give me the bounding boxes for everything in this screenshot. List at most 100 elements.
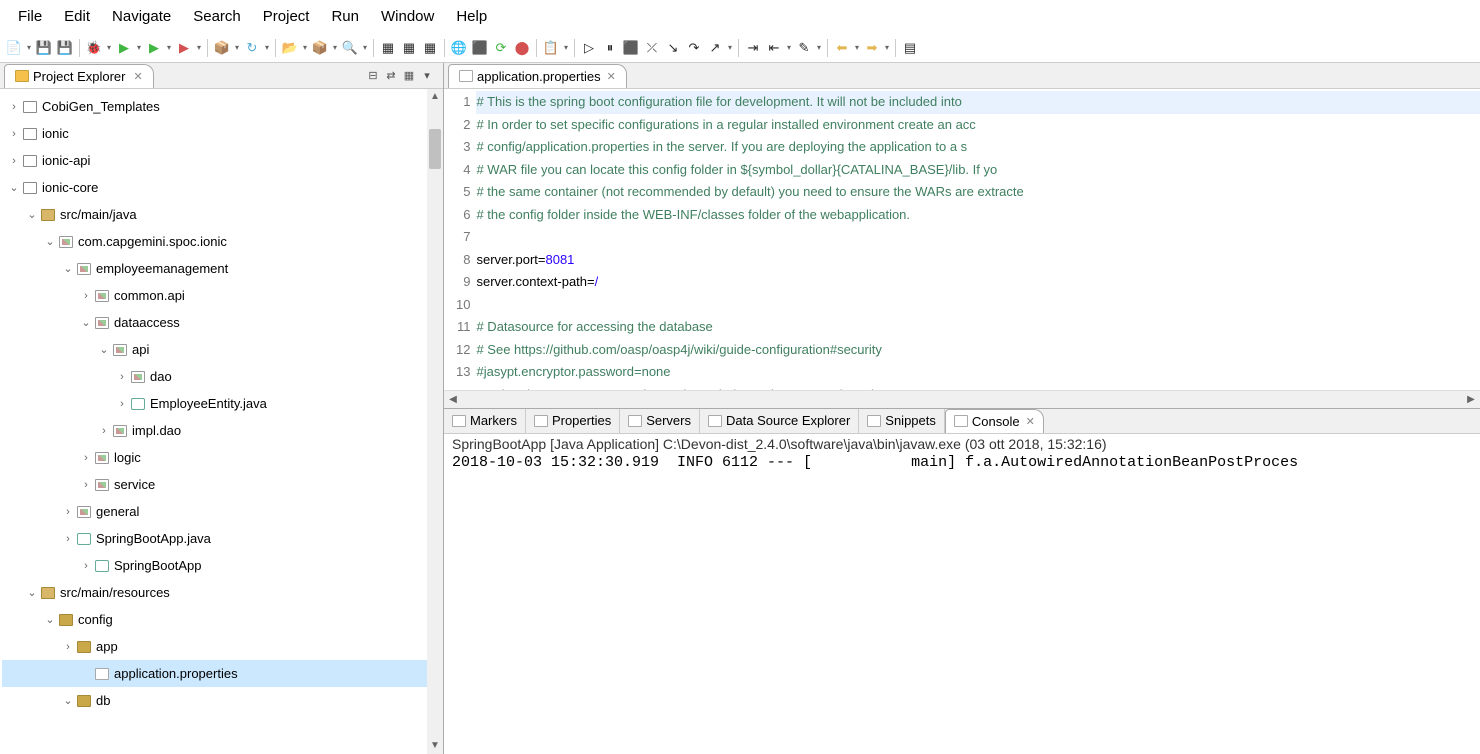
scroll-right-icon[interactable]: ▶ <box>1462 391 1480 409</box>
menu-search[interactable]: Search <box>183 4 251 29</box>
expand-arrow-icon[interactable]: › <box>114 398 130 410</box>
tree-item[interactable]: ›service <box>2 471 443 498</box>
new-server-icon[interactable]: 📦 <box>213 39 231 57</box>
tree-item[interactable]: ›EmployeeEntity.java <box>2 390 443 417</box>
search-icon[interactable]: 🔍 <box>341 39 359 57</box>
expand-arrow-icon[interactable]: ⌄ <box>78 316 94 329</box>
back-icon[interactable]: ⬅ <box>833 39 851 57</box>
tab-data-source-explorer[interactable]: Data Source Explorer <box>700 409 859 433</box>
close-icon[interactable]: ✕ <box>607 70 616 83</box>
tree-item[interactable]: ›SpringBootApp <box>2 552 443 579</box>
menu-project[interactable]: Project <box>253 4 320 29</box>
tree-item[interactable]: ›ionic-api <box>2 147 443 174</box>
expand-arrow-icon[interactable]: › <box>78 290 94 302</box>
relaunch-icon[interactable]: ⟳ <box>492 39 510 57</box>
last-edit-icon[interactable]: ✎ <box>795 39 813 57</box>
toggle-breadcrumb-icon[interactable]: ▦ <box>379 39 397 57</box>
menu-file[interactable]: File <box>8 4 52 29</box>
refresh-icon[interactable]: ↻ <box>243 39 261 57</box>
run-icon[interactable]: ▶ <box>115 39 133 57</box>
menu-run[interactable]: Run <box>321 4 369 29</box>
tab-console[interactable]: Console✕ <box>945 409 1044 433</box>
close-icon[interactable]: ✕ <box>133 70 142 83</box>
focus-icon[interactable]: ▦ <box>401 68 417 84</box>
expand-arrow-icon[interactable]: ⌄ <box>42 613 58 626</box>
step-over-icon[interactable]: ↷ <box>685 39 703 57</box>
tree-item[interactable]: ›general <box>2 498 443 525</box>
expand-arrow-icon[interactable]: ⌄ <box>96 343 112 356</box>
expand-arrow-icon[interactable]: › <box>6 155 22 167</box>
debug-icon[interactable]: 🐞 <box>85 39 103 57</box>
stop-server-icon[interactable]: ⬛ <box>471 39 489 57</box>
toggle-mark-icon[interactable]: ▦ <box>400 39 418 57</box>
stop-icon[interactable]: ⬤ <box>513 39 531 57</box>
link-editor-icon[interactable]: ⇄ <box>383 68 399 84</box>
save-all-icon[interactable]: 💾 <box>56 39 74 57</box>
tree-item[interactable]: ⌄employeemanagement <box>2 255 443 282</box>
tree-item[interactable]: ⌄src/main/resources <box>2 579 443 606</box>
next-annotation-icon[interactable]: ⇥ <box>744 39 762 57</box>
expand-arrow-icon[interactable]: › <box>78 560 94 572</box>
editor-hscroll[interactable]: ◀ ▶ <box>444 390 1480 408</box>
project-explorer-tab[interactable]: Project Explorer ✕ <box>4 64 154 88</box>
new-icon[interactable]: 📄 <box>5 39 23 57</box>
menu-navigate[interactable]: Navigate <box>102 4 181 29</box>
code-area[interactable]: # This is the spring boot configuration … <box>476 89 1480 390</box>
expand-arrow-icon[interactable]: ⌄ <box>6 181 22 194</box>
editor-tab-application-properties[interactable]: application.properties ✕ <box>448 64 627 88</box>
menu-edit[interactable]: Edit <box>54 4 100 29</box>
expand-arrow-icon[interactable]: ⌄ <box>42 235 58 248</box>
tree-item[interactable]: ›ionic <box>2 120 443 147</box>
expand-arrow-icon[interactable]: › <box>96 425 112 437</box>
tree-item[interactable]: ⌄com.capgemini.spoc.ionic <box>2 228 443 255</box>
expand-arrow-icon[interactable]: › <box>6 101 22 113</box>
step-into-icon[interactable]: ↘ <box>664 39 682 57</box>
tree-item[interactable]: ›dao <box>2 363 443 390</box>
resume-icon[interactable]: ▷ <box>580 39 598 57</box>
step-return-icon[interactable]: ↗ <box>706 39 724 57</box>
collapse-all-icon[interactable]: ⊟ <box>365 68 381 84</box>
scroll-thumb[interactable] <box>429 129 441 169</box>
save-icon[interactable]: 💾 <box>35 39 53 57</box>
tab-markers[interactable]: Markers <box>444 409 526 433</box>
expand-arrow-icon[interactable]: ⌄ <box>24 586 40 599</box>
tree-item[interactable]: ⌄db <box>2 687 443 714</box>
tree-item[interactable]: ⌄api <box>2 336 443 363</box>
terminate-icon[interactable]: ⬛ <box>622 39 640 57</box>
expand-arrow-icon[interactable]: › <box>78 452 94 464</box>
view-menu-icon[interactable]: ▾ <box>419 68 435 84</box>
tree-item[interactable]: ›logic <box>2 444 443 471</box>
tree-item[interactable]: ›common.api <box>2 282 443 309</box>
perspective-icon[interactable]: ▤ <box>901 39 919 57</box>
tree-item[interactable]: ›CobiGen_Templates <box>2 93 443 120</box>
project-tree[interactable]: ›CobiGen_Templates›ionic›ionic-api⌄ionic… <box>0 89 443 754</box>
expand-arrow-icon[interactable]: ⌄ <box>24 208 40 221</box>
open-type-icon[interactable]: 📂 <box>281 39 299 57</box>
tree-item[interactable]: ›impl.dao <box>2 417 443 444</box>
expand-arrow-icon[interactable]: › <box>114 371 130 383</box>
expand-arrow-icon[interactable]: ⌄ <box>60 262 76 275</box>
expand-arrow-icon[interactable]: › <box>6 128 22 140</box>
menu-help[interactable]: Help <box>446 4 497 29</box>
scroll-up-icon[interactable]: ▲ <box>427 89 443 105</box>
disconnect-icon[interactable]: ⤫ <box>643 39 661 57</box>
coverage-icon[interactable]: ▶ <box>175 39 193 57</box>
tab-servers[interactable]: Servers <box>620 409 700 433</box>
toggle-block-icon[interactable]: ▦ <box>421 39 439 57</box>
close-icon[interactable]: ✕ <box>1026 415 1035 428</box>
web-browser-icon[interactable]: 🌐 <box>450 39 468 57</box>
new-package-icon[interactable]: 📦 <box>311 39 329 57</box>
tree-item[interactable]: ⌄src/main/java <box>2 201 443 228</box>
expand-arrow-icon[interactable]: ⌄ <box>60 694 76 707</box>
tree-scrollbar[interactable]: ▲ ▼ <box>427 89 443 754</box>
tree-item[interactable]: ⌄ionic-core <box>2 174 443 201</box>
tree-item[interactable]: ⌄dataaccess <box>2 309 443 336</box>
new-dropdown[interactable]: ▾ <box>25 39 33 57</box>
prev-annotation-icon[interactable]: ⇤ <box>765 39 783 57</box>
suspend-icon[interactable]: ⏸ <box>601 39 619 57</box>
scroll-left-icon[interactable]: ◀ <box>444 391 462 409</box>
tree-item[interactable]: ⌄config <box>2 606 443 633</box>
tab-snippets[interactable]: Snippets <box>859 409 945 433</box>
tab-properties[interactable]: Properties <box>526 409 620 433</box>
expand-arrow-icon[interactable]: › <box>60 506 76 518</box>
